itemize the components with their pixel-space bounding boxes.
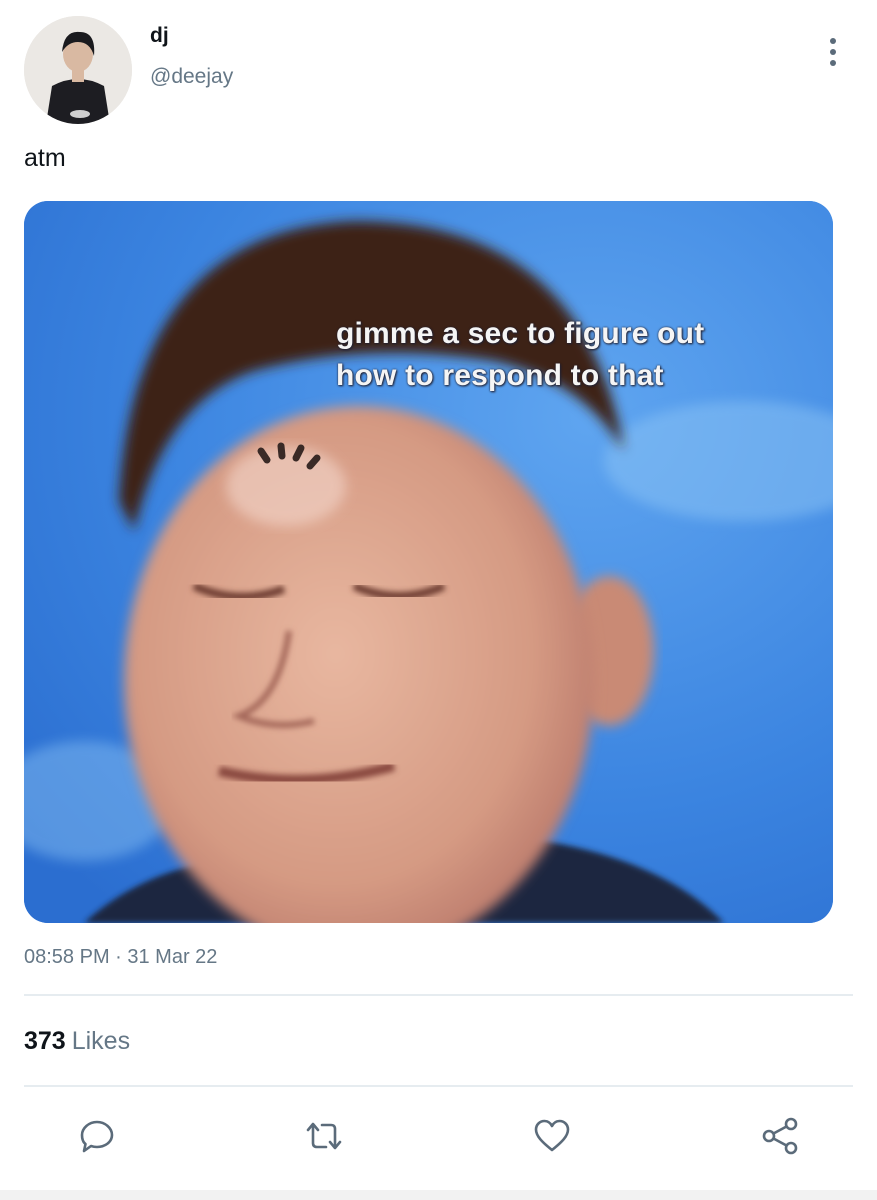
- like-icon: [534, 1119, 570, 1152]
- media-caption: gimme a sec to figure out how to respond…: [336, 313, 704, 397]
- divider: [24, 1085, 853, 1087]
- retweet-icon: [306, 1122, 342, 1150]
- avatar[interactable]: [24, 16, 132, 124]
- media-caption-line-1: gimme a sec to figure out: [336, 317, 705, 350]
- retweet-button[interactable]: [302, 1114, 346, 1158]
- share-button[interactable]: [758, 1114, 802, 1158]
- like-button[interactable]: [530, 1114, 574, 1158]
- display-name[interactable]: dj: [150, 24, 169, 48]
- divider: [24, 994, 853, 996]
- share-icon: [762, 1117, 798, 1155]
- likes-count: 373: [24, 1027, 66, 1055]
- loading-spinner-icon: [226, 442, 346, 526]
- user-handle[interactable]: @deejay: [150, 65, 233, 89]
- media-caption-line-2: how to respond to that: [336, 359, 664, 392]
- likes-label: Likes: [71, 1027, 131, 1055]
- reply-button[interactable]: [75, 1114, 119, 1158]
- tweet-text: atm: [24, 144, 66, 172]
- likes-stat[interactable]: 373 Likes: [24, 1027, 130, 1056]
- tweet-timestamp: 08:58 PM · 31 Mar 22: [24, 946, 218, 968]
- more-options-button[interactable]: [818, 34, 848, 70]
- more-icon: [830, 38, 836, 44]
- more-icon-dot: [830, 49, 836, 55]
- bottom-bar: [0, 1190, 877, 1200]
- reply-icon: [80, 1120, 114, 1153]
- tweet-media-image[interactable]: gimme a sec to figure out how to respond…: [24, 201, 833, 923]
- more-icon-dot: [830, 60, 836, 66]
